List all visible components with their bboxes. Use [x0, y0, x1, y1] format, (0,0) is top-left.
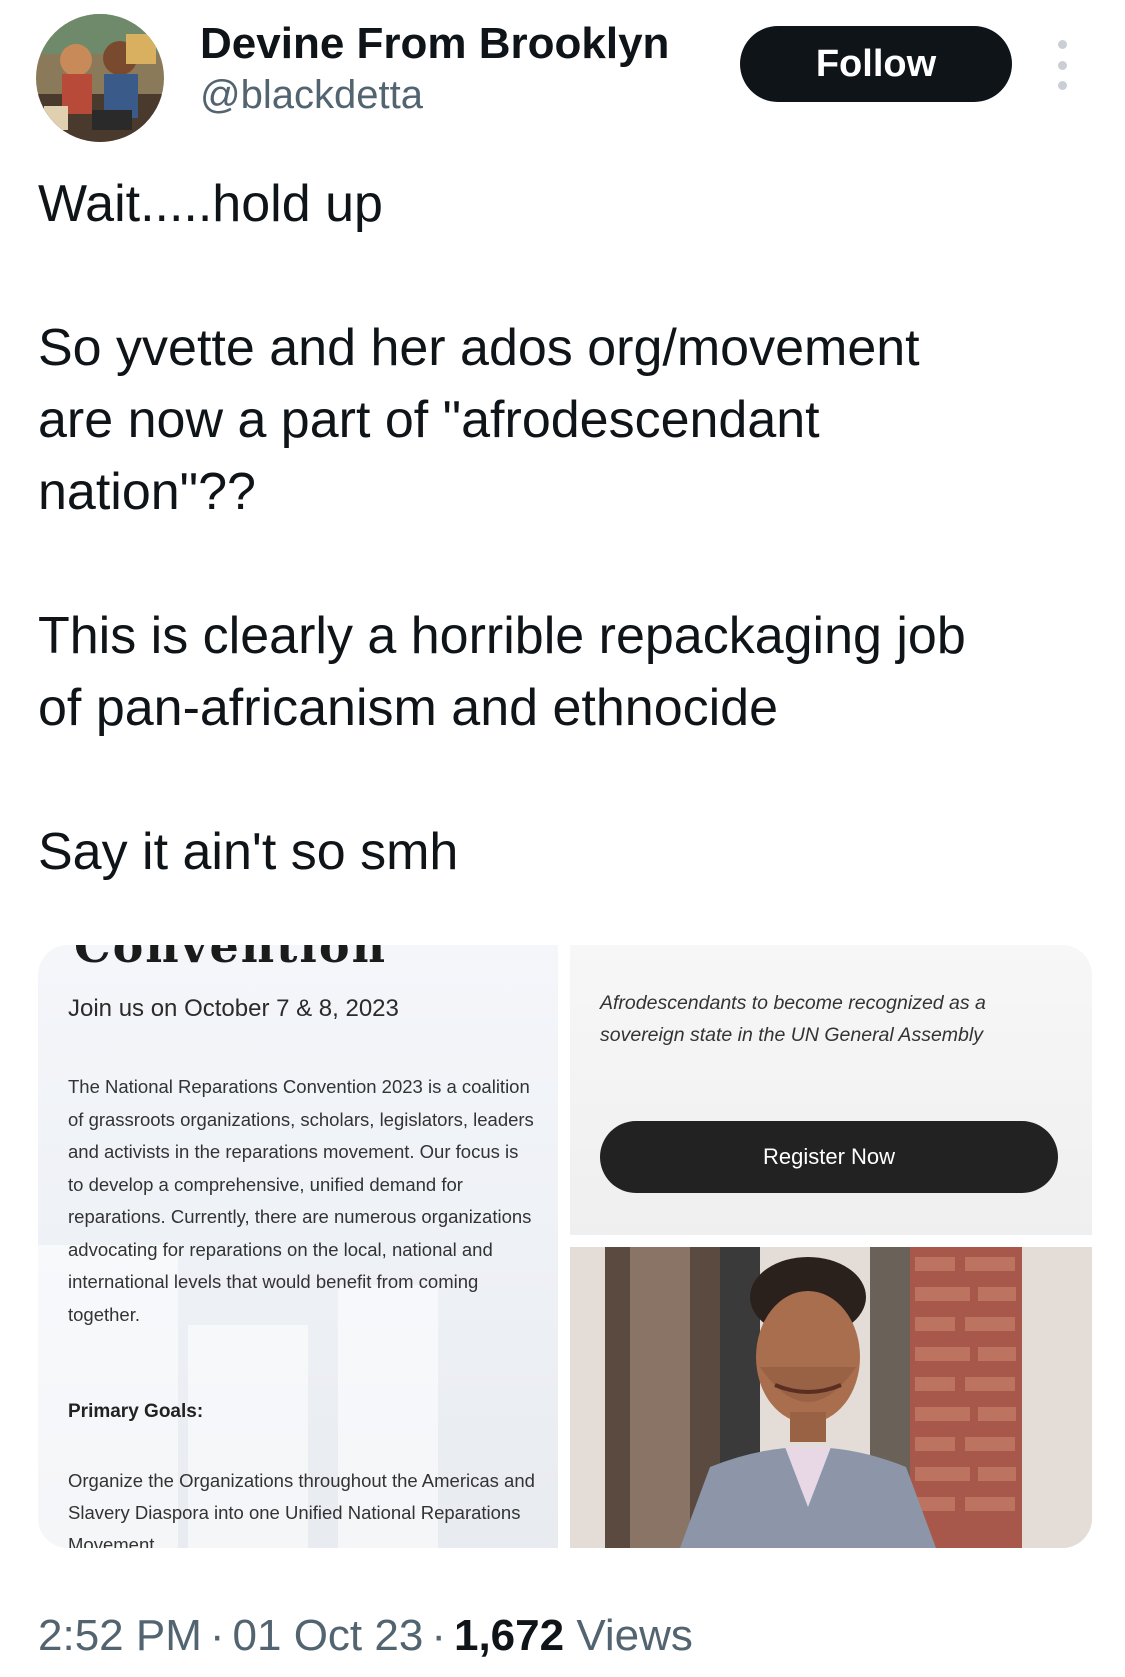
views-count[interactable]: 1,672 [454, 1611, 564, 1660]
goal-item: Organize the Organizations throughout th… [68, 1470, 535, 1548]
media-image-convention[interactable]: Convention Join us on October 7 & 8, 202… [38, 945, 558, 1548]
register-now-button: Register Now [600, 1121, 1058, 1193]
separator: · [209, 1611, 225, 1660]
sovereign-state-text: Afrodescendants to become recognized as … [600, 992, 986, 1046]
goals-heading: Primary Goals: [68, 1401, 204, 1422]
media-image-register[interactable]: Afrodescendants to become recognized as … [570, 945, 1092, 1235]
dot [1057, 60, 1067, 70]
media-image-person[interactable] [570, 1247, 1092, 1548]
author-info: Devine From Brooklyn @blackdetta [200, 18, 669, 120]
tweet-meta: 2:52 PM · 01 Oct 23 · 1,672 Views [38, 1608, 693, 1664]
dot [1057, 40, 1067, 49]
avatar-artwork-icon [36, 14, 164, 142]
tweet-date[interactable]: 01 Oct 23 [233, 1611, 424, 1660]
avatar[interactable] [36, 14, 164, 142]
more-options-icon[interactable] [1050, 40, 1074, 90]
views-label: Views [576, 1611, 693, 1660]
tweet-text: Wait.....hold up So yvette and her ados … [38, 175, 966, 881]
media-grid[interactable]: Convention Join us on October 7 & 8, 202… [38, 945, 1092, 1548]
follow-button[interactable]: Follow [740, 26, 1012, 102]
cut-text-line [610, 945, 990, 947]
user-handle[interactable]: @blackdetta [200, 70, 669, 120]
person-photo-icon [570, 1247, 1092, 1548]
tweet-header: Devine From Brooklyn @blackdetta Follow [0, 0, 1125, 150]
event-description: The National Reparations Convention 2023… [68, 1076, 534, 1325]
event-date: Join us on October 7 & 8, 2023 [68, 995, 399, 1022]
dot [1057, 81, 1067, 90]
convention-title: Convention [74, 945, 388, 973]
display-name[interactable]: Devine From Brooklyn [200, 18, 669, 70]
tweet-time[interactable]: 2:52 PM [38, 1611, 202, 1660]
separator: · [431, 1611, 446, 1660]
